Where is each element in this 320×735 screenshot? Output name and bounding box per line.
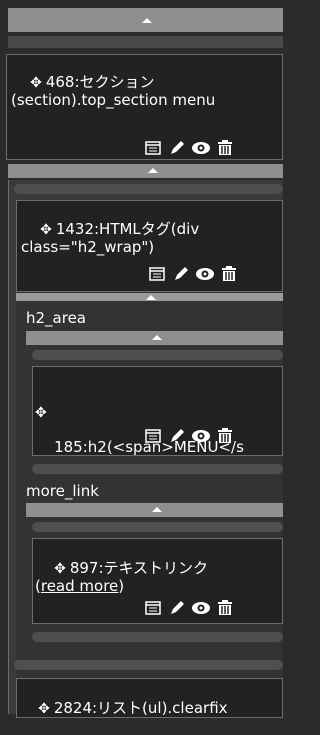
trash-icon[interactable] — [213, 597, 237, 619]
block-actions — [145, 263, 241, 285]
pencil-icon[interactable] — [165, 425, 189, 447]
collapse-bar[interactable] — [8, 164, 283, 178]
text-link-block[interactable]: ✥ 897:テキストリンク (read more) — [32, 538, 283, 624]
caret-up-icon — [142, 18, 152, 23]
trash-icon[interactable] — [213, 137, 237, 159]
collapse-bar-top[interactable] — [8, 8, 283, 32]
pencil-icon[interactable] — [165, 597, 189, 619]
layout-icon[interactable] — [141, 597, 165, 619]
area-label: more_link — [26, 482, 99, 500]
section-block[interactable]: ✥ 468:セクション(section).top_section menu — [6, 54, 283, 160]
block-title: ✥ 185:h2(<span>MENU</s — [35, 371, 305, 473]
read-more-link[interactable]: read more — [41, 577, 118, 595]
drop-zone[interactable] — [32, 632, 283, 642]
h2-block[interactable]: ✥ 185:h2(<span>MENU</s — [32, 366, 283, 456]
move-arrows-icon[interactable]: ✥ — [38, 701, 50, 717]
eye-icon[interactable] — [189, 137, 213, 159]
drop-zone[interactable] — [14, 660, 283, 670]
eye-icon[interactable] — [189, 597, 213, 619]
layout-icon[interactable] — [145, 263, 169, 285]
caret-up-icon — [152, 335, 162, 340]
block-actions — [141, 425, 237, 447]
trash-icon[interactable] — [217, 263, 241, 285]
gutter — [8, 36, 283, 48]
block-title: ✥ 2824:リスト(ul).clearfix — [38, 699, 228, 718]
pencil-icon[interactable] — [169, 263, 193, 285]
drop-zone[interactable] — [32, 522, 283, 532]
drop-zone[interactable] — [14, 184, 283, 194]
collapse-bar[interactable] — [26, 331, 283, 345]
eye-icon[interactable] — [189, 425, 213, 447]
trash-icon[interactable] — [213, 425, 237, 447]
caret-up-icon — [152, 507, 162, 512]
move-arrows-icon[interactable]: ✥ — [40, 222, 52, 238]
eye-icon[interactable] — [193, 263, 217, 285]
block-actions — [141, 597, 237, 619]
drop-zone[interactable] — [32, 464, 283, 474]
layout-icon[interactable] — [141, 137, 165, 159]
move-arrows-icon[interactable]: ✥ — [30, 75, 42, 91]
div-block[interactable]: ✥ 1432:HTMLタグ(div class="h2_wrap") — [16, 200, 283, 292]
layout-icon[interactable] — [141, 425, 165, 447]
move-arrows-icon[interactable]: ✥ — [54, 561, 66, 577]
drop-zone[interactable] — [32, 350, 283, 360]
block-title: ✥ 468:セクション(section).top_section menu — [11, 73, 216, 109]
caret-up-icon — [146, 295, 156, 300]
pencil-icon[interactable] — [165, 137, 189, 159]
collapse-bar[interactable] — [16, 293, 283, 301]
area-label: h2_area — [26, 309, 86, 327]
block-actions — [141, 137, 237, 159]
move-arrows-icon[interactable]: ✥ — [35, 405, 301, 422]
collapse-bar[interactable] — [26, 503, 283, 517]
caret-up-icon — [148, 168, 158, 173]
list-block[interactable]: ✥ 2824:リスト(ul).clearfix — [16, 678, 283, 718]
